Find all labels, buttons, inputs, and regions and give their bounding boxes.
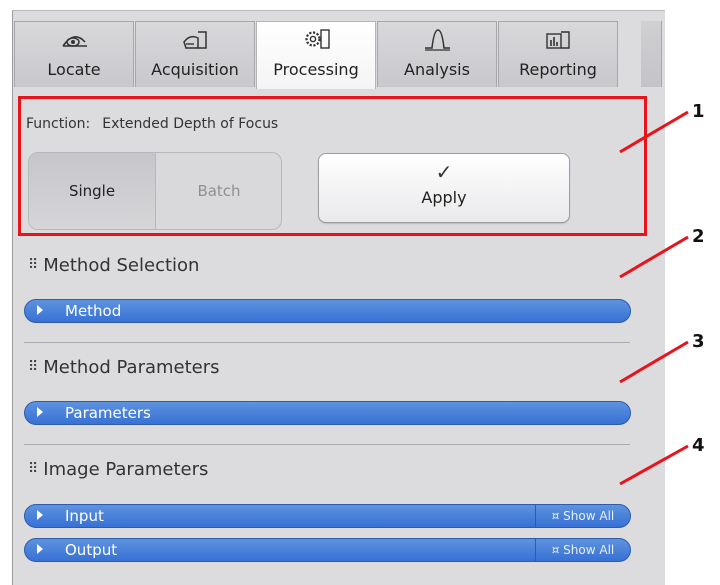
- callout-line-3: [619, 340, 689, 384]
- callout-number-2: 2: [692, 226, 705, 247]
- callout-lines: [619, 110, 689, 486]
- callout-line-1: [619, 110, 689, 154]
- callout-number-3: 3: [692, 331, 705, 352]
- callout-number-1: 1: [692, 101, 705, 122]
- callout-line-2: [619, 235, 689, 279]
- callout-line-4: [619, 444, 689, 486]
- callout-number-4: 4: [692, 435, 705, 456]
